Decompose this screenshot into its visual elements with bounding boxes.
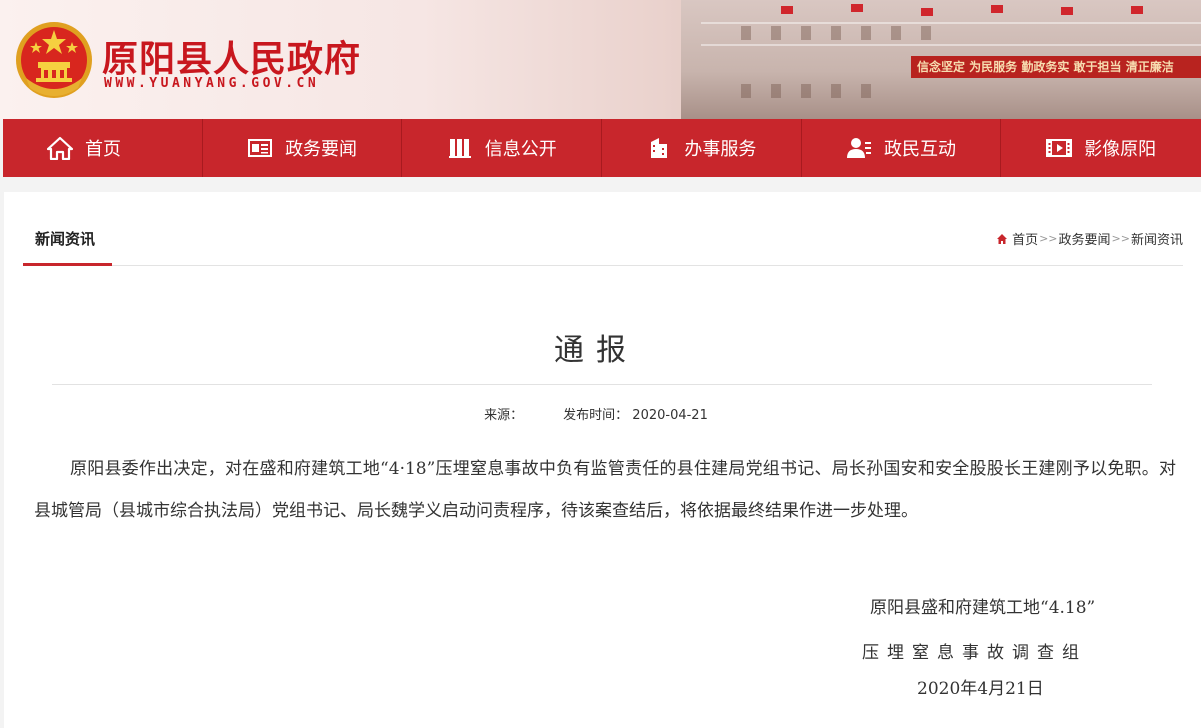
user-chat-icon (846, 136, 872, 160)
breadcrumb-news[interactable]: 政务要闻 (1059, 229, 1111, 248)
nav-label: 办事服务 (684, 139, 757, 160)
nav-label: 政民互动 (884, 139, 957, 160)
national-emblem-icon[interactable] (14, 18, 94, 102)
tab-news[interactable]: 新闻资讯 (23, 228, 112, 266)
signature-line-2: 压埋窒息事故调查组 (862, 643, 1087, 663)
film-icon (1046, 136, 1073, 160)
publish-date: 2020-04-21 (632, 408, 708, 423)
breadcrumb-home-icon (997, 233, 1008, 244)
date-label: 发布时间： (563, 408, 629, 423)
article-title: 通报 (554, 333, 638, 368)
source-label: 来源： (484, 408, 524, 423)
main-nav: 首页 政务要闻 信息公开 办事服务 政民互动 影像原阳 (3, 119, 1201, 177)
nav-label: 信息公开 (484, 139, 557, 160)
signature-line-1: 原阳县盛和府建筑工地“4.18” (870, 598, 1096, 618)
site-title[interactable]: 原阳县人民政府 (102, 30, 361, 82)
nav-label: 影像原阳 (1084, 139, 1157, 160)
nav-item-gallery[interactable]: 影像原阳 (1001, 119, 1201, 177)
section-tabbar: 新闻资讯 首页 >> 政务要闻 >> 新闻资讯 (23, 192, 1183, 266)
nav-item-news[interactable]: 政务要闻 (203, 119, 403, 177)
signature-date: 2020年4月21日 (917, 679, 1044, 699)
nav-label: 政务要闻 (285, 139, 358, 160)
nav-item-interaction[interactable]: 政民互动 (802, 119, 1002, 177)
building-icon (646, 136, 672, 160)
content-panel: 新闻资讯 首页 >> 政务要闻 >> 新闻资讯 通报 来源： 发布时间： 2020… (4, 192, 1201, 728)
nav-item-home[interactable]: 首页 (3, 119, 203, 177)
banner-slogan: 信念坚定 为民服务 勤政务实 敢于担当 清正廉洁 (911, 56, 1201, 78)
nav-item-services[interactable]: 办事服务 (602, 119, 802, 177)
home-icon (47, 136, 73, 160)
breadcrumb-home[interactable]: 首页 (1012, 229, 1038, 248)
article-body: 原阳县委作出决定，对在盛和府建筑工地“4·18”压埋窒息事故中负有监管责任的县住… (34, 459, 1176, 521)
article-meta: 来源： 发布时间： 2020-04-21 (4, 404, 1188, 423)
breadcrumb: 首页 >> 政务要闻 >> 新闻资讯 (996, 229, 1183, 248)
title-divider (52, 384, 1152, 385)
breadcrumb-separator: >> (1039, 232, 1058, 245)
header-banner: 信念坚定 为民服务 勤政务实 敢于担当 清正廉洁 原阳县人民政府 WWW.YUA… (0, 0, 1201, 119)
breadcrumb-separator: >> (1111, 232, 1130, 245)
nav-label: 首页 (85, 139, 121, 160)
breadcrumb-current[interactable]: 新闻资讯 (1131, 229, 1183, 248)
newspaper-icon (247, 136, 273, 160)
site-domain: WWW.YUANYANG.GOV.CN (104, 76, 320, 91)
nav-item-info-disclosure[interactable]: 信息公开 (402, 119, 603, 177)
books-icon (447, 136, 473, 160)
